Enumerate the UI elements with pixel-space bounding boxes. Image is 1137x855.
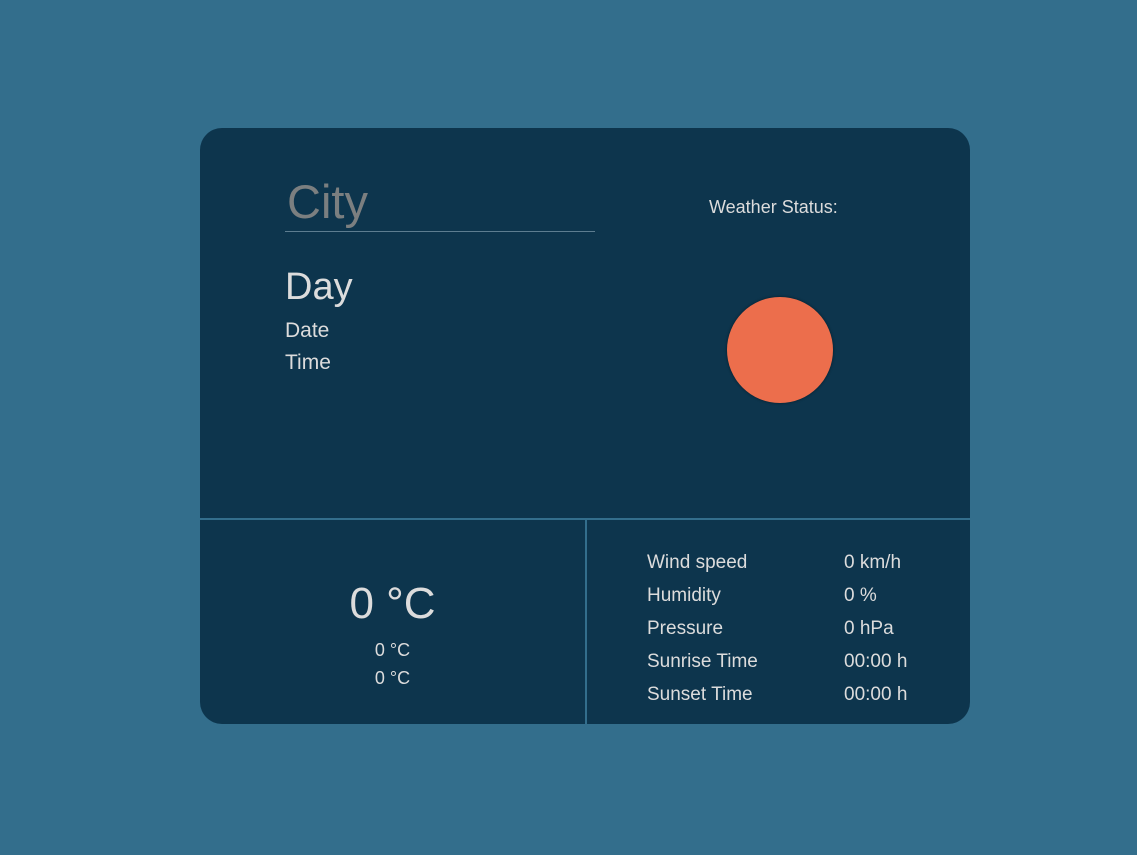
- stat-label: Humidity: [647, 585, 721, 606]
- stat-row-humidity: Humidity 0 %: [647, 584, 947, 617]
- day-label: Day: [285, 266, 353, 308]
- min-temperature: 0 °C: [374, 640, 411, 660]
- sun-icon: [727, 297, 833, 403]
- stat-label: Sunrise Time: [647, 651, 758, 672]
- stat-label: Pressure: [647, 618, 724, 639]
- stat-value: 00:00 h: [844, 684, 908, 705]
- stat-label: Wind speed: [647, 552, 748, 573]
- stat-value: 0 km/h: [844, 552, 902, 573]
- weather-status-label: Weather Status:: [709, 197, 838, 217]
- city-input[interactable]: [285, 172, 595, 232]
- weather-card: Day Date Time Weather Status: 0 °C 0 °C …: [200, 128, 970, 724]
- date-label: Date: [285, 319, 330, 342]
- stat-value: 0 hPa: [844, 618, 894, 639]
- vertical-divider: [585, 520, 587, 724]
- time-label: Time: [285, 351, 331, 374]
- stat-label: Sunset Time: [647, 684, 753, 705]
- max-temperature: 0 °C: [374, 668, 411, 688]
- stat-row-sunset-time: Sunset Time 00:00 h: [647, 683, 947, 716]
- weather-header-panel: Day Date Time Weather Status:: [200, 128, 970, 518]
- stat-row-pressure: Pressure 0 hPa: [647, 617, 947, 650]
- stat-row-sunrise-time: Sunrise Time 00:00 h: [647, 650, 947, 683]
- stat-row-wind-speed: Wind speed 0 km/h: [647, 551, 947, 584]
- stat-value: 00:00 h: [844, 651, 908, 672]
- stat-value: 0 %: [844, 585, 877, 606]
- weather-stats-list: Wind speed 0 km/h Humidity 0 % Pressure …: [647, 551, 947, 716]
- current-temperature: 0 °C: [349, 579, 436, 628]
